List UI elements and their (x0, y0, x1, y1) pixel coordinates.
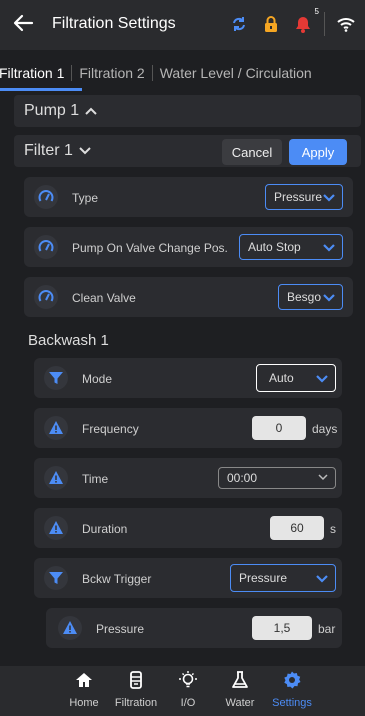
pressure-row: Pressure 1,5 bar (46, 608, 342, 648)
nav-filtration-label: Filtration (114, 697, 158, 709)
frequency-row: Frequency 0 days (34, 408, 342, 448)
backwash-trigger-select[interactable]: Pressure (230, 564, 336, 592)
sync-icon[interactable] (228, 13, 250, 35)
clean-valve-select-value: Besgo (287, 290, 322, 304)
gauge-icon (34, 235, 58, 259)
page-title: Filtration Settings (52, 15, 176, 32)
frequency-label: Frequency (82, 422, 139, 436)
nav-settings-label: Settings (272, 697, 312, 709)
pump-on-valve-row: Pump On Valve Change Pos. Auto Stop (24, 227, 353, 267)
tab-water-level-circulation[interactable]: Water Level / Circulation (153, 65, 319, 81)
frequency-unit: days (312, 422, 338, 436)
clean-valve-label: Clean Valve (72, 291, 136, 305)
nav-water-label: Water (225, 697, 255, 709)
filter-label: Filter 1 (24, 142, 73, 159)
top-bar: Filtration Settings 5 (0, 0, 365, 50)
backwash-trigger-select-value: Pressure (239, 571, 288, 585)
gauge-icon (34, 285, 58, 309)
funnel-icon (44, 566, 68, 590)
flask-icon (230, 670, 250, 695)
tab-filtration-2[interactable]: Filtration 2 (72, 65, 151, 81)
header-divider (324, 12, 325, 36)
type-label: Type (72, 191, 99, 205)
nav-home[interactable]: Home (54, 670, 114, 709)
warning-icon (58, 616, 82, 640)
bottom-nav: Home Filtration I/O Water Settings (0, 666, 365, 716)
home-icon (74, 670, 94, 695)
chevron-down-icon (315, 571, 329, 585)
pump-label: Pump 1 (24, 102, 80, 119)
mode-row: Mode Auto (34, 358, 342, 398)
duration-input[interactable]: 60 (270, 516, 324, 540)
pressure-input[interactable]: 1,5 (252, 616, 312, 640)
nav-water[interactable]: Water (210, 670, 270, 709)
duration-row: Duration 60 s (34, 508, 342, 548)
pump-on-valve-label: Pump On Valve Change Pos. (72, 241, 228, 255)
mode-select[interactable]: Auto (256, 364, 336, 392)
clean-valve-row: Clean Valve Besgo (24, 277, 353, 317)
wifi-icon (335, 13, 357, 35)
backwash-heading: Backwash 1 (28, 332, 109, 349)
funnel-icon (44, 366, 68, 390)
warning-icon (44, 466, 68, 490)
mode-label: Mode (82, 372, 113, 386)
notification-badge: 5 (314, 7, 319, 16)
pump-on-valve-select[interactable]: Auto Stop (239, 234, 343, 260)
chevron-down-icon (322, 290, 336, 304)
mode-select-value: Auto (269, 371, 294, 385)
back-arrow-icon[interactable] (12, 12, 38, 38)
lightbulb-icon (178, 670, 198, 695)
clean-valve-select[interactable]: Besgo (278, 284, 343, 310)
duration-label: Duration (82, 522, 128, 536)
duration-unit: s (330, 522, 336, 536)
pump-section-header[interactable]: Pump 1 (14, 95, 361, 127)
backwash-trigger-row: Bckw Trigger Pressure (34, 558, 342, 598)
gear-icon (282, 670, 302, 695)
chevron-down-icon (315, 371, 329, 385)
nav-io[interactable]: I/O (158, 670, 218, 709)
time-select-value: 00:00 (227, 471, 258, 485)
time-select[interactable]: 00:00 (218, 467, 336, 489)
pressure-label: Pressure (96, 622, 145, 636)
chevron-down-icon (322, 190, 336, 204)
backwash-trigger-label: Bckw Trigger (82, 572, 152, 586)
nav-io-label: I/O (180, 697, 196, 709)
frequency-input[interactable]: 0 (252, 416, 306, 440)
nav-home-label: Home (69, 697, 99, 709)
cancel-button[interactable]: Cancel (222, 139, 282, 165)
lock-icon[interactable] (260, 13, 282, 35)
nav-settings[interactable]: Settings (262, 670, 322, 709)
chevron-up-icon (85, 103, 97, 119)
chevron-down-icon (322, 240, 336, 254)
apply-button[interactable]: Apply (289, 139, 347, 165)
filtration-icon (126, 670, 146, 695)
time-row: Time 00:00 (34, 458, 342, 498)
pump-on-valve-select-value: Auto Stop (248, 240, 301, 254)
chevron-down-icon (79, 143, 91, 159)
type-select-value: Pressure (274, 190, 323, 204)
nav-filtration[interactable]: Filtration (106, 670, 166, 709)
chevron-down-icon (317, 471, 329, 486)
type-select[interactable]: Pressure (265, 184, 343, 210)
tab-bar: Filtration 1 Filtration 2 Water Level / … (0, 56, 365, 91)
time-label: Time (82, 472, 109, 486)
tab-filtration-1[interactable]: Filtration 1 (0, 65, 71, 81)
bell-icon[interactable]: 5 (292, 7, 319, 35)
gauge-icon (34, 185, 58, 209)
warning-icon (44, 516, 68, 540)
warning-icon (44, 416, 68, 440)
pressure-unit: bar (318, 622, 336, 636)
active-tab-indicator (0, 88, 82, 91)
filter-type-row: Type Pressure (24, 177, 353, 217)
